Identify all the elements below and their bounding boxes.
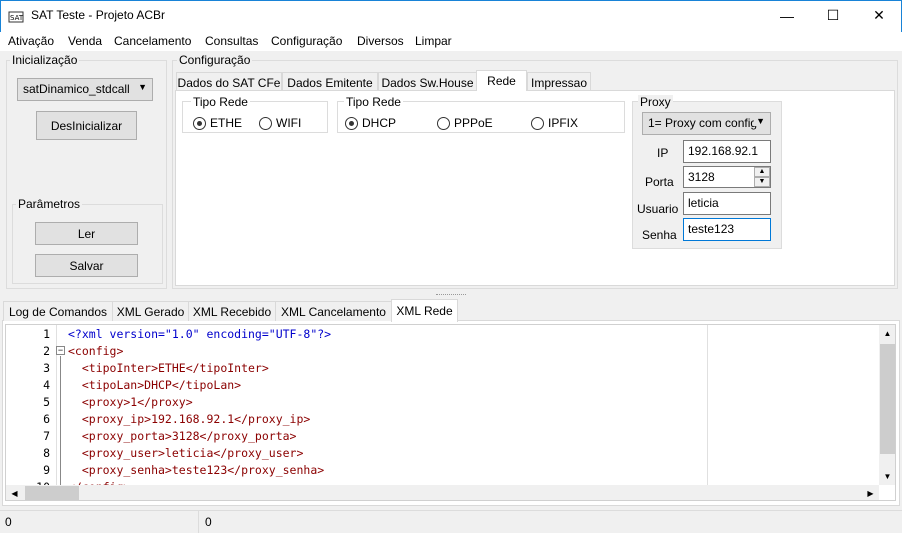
xml-editor[interactable]: 1 2 3 4 5 6 7 8 9 10 − <?xml version="1.… xyxy=(5,324,896,501)
save-button[interactable]: Salvar xyxy=(35,254,138,277)
radio-wifi[interactable]: WIFI xyxy=(259,116,301,130)
scroll-thumb[interactable] xyxy=(880,344,895,454)
line-number: 7 xyxy=(43,429,50,443)
proxy-porta-value: 3128 xyxy=(688,170,715,184)
code-line: <proxy>1</proxy> xyxy=(68,395,193,409)
read-button[interactable]: Ler xyxy=(35,222,138,245)
app-icon: SAT xyxy=(8,11,24,23)
status-bar: 0 0 xyxy=(0,510,902,533)
code-line: <proxy_ip>192.168.92.1</proxy_ip> xyxy=(68,412,311,426)
line-number: 2 xyxy=(43,344,50,358)
menu-limpar[interactable]: Limpar xyxy=(415,34,452,48)
radio-wifi-indicator xyxy=(259,116,272,130)
radio-pppoe-label: PPPoE xyxy=(454,116,493,130)
tab-dados-sat[interactable]: Dados do SAT CFe xyxy=(176,72,282,92)
chevron-down-icon: ▼ xyxy=(138,82,147,92)
tab-xml-gerado[interactable]: XML Gerado xyxy=(112,301,189,321)
proxy-title: Proxy xyxy=(638,95,673,109)
minimize-button[interactable]: — xyxy=(764,0,810,31)
tab-xml-cancelamento[interactable]: XML Cancelamento xyxy=(275,301,392,321)
proxy-select-value: 1= Proxy com config xyxy=(648,116,758,130)
tab-dados-emitente[interactable]: Dados Emitente xyxy=(282,72,378,92)
radio-pppoe-indicator xyxy=(437,116,450,130)
radio-ethe-indicator xyxy=(193,116,206,130)
svg-text:SAT: SAT xyxy=(10,14,24,22)
proxy-usuario-input[interactable]: leticia xyxy=(683,192,771,215)
code-line: <proxy_senha>teste123</proxy_senha> xyxy=(68,463,325,477)
deinit-button[interactable]: DesInicializar xyxy=(36,111,137,140)
maximize-button[interactable]: ☐ xyxy=(810,0,856,31)
radio-dhcp[interactable]: DHCP xyxy=(345,116,396,130)
window-title: SAT Teste - Projeto ACBr xyxy=(31,8,166,22)
collapse-icon[interactable]: − xyxy=(56,346,65,355)
spin-up-icon[interactable]: ▲ xyxy=(754,167,770,177)
code-line: <proxy_user>leticia</proxy_user> xyxy=(68,446,304,460)
tab-xml-rede[interactable]: XML Rede xyxy=(391,299,458,322)
tab-log-comandos[interactable]: Log de Comandos xyxy=(3,301,113,321)
menu-ativacao[interactable]: Ativação xyxy=(8,34,54,48)
code-line: <tipoInter>ETHE</tipoInter> xyxy=(68,361,269,375)
scroll-right-icon[interactable]: ▶ xyxy=(862,485,879,500)
horizontal-scrollbar[interactable]: ◀ ▶ xyxy=(6,485,879,500)
radio-pppoe[interactable]: PPPoE xyxy=(437,116,493,130)
radio-ethe[interactable]: ETHE xyxy=(193,116,242,130)
library-select-value: satDinamico_stdcall xyxy=(23,82,130,96)
tab-rede[interactable]: Rede xyxy=(476,70,527,91)
line-number: 1 xyxy=(43,327,50,341)
line-number: 6 xyxy=(43,412,50,426)
proxy-senha-input[interactable]: teste123 xyxy=(683,218,771,241)
code-line: <config> xyxy=(68,344,124,358)
line-number: 4 xyxy=(43,378,50,392)
scroll-left-icon[interactable]: ◀ xyxy=(6,485,23,500)
code-line: <proxy_porta>3128</proxy_porta> xyxy=(68,429,297,443)
radio-ipfix-label: IPFIX xyxy=(548,116,579,130)
config-title: Configuração xyxy=(177,53,253,67)
line-number: 8 xyxy=(43,446,50,460)
tab-dados-swhouse[interactable]: Dados Sw.House xyxy=(378,72,477,92)
menu-configuracao[interactable]: Configuração xyxy=(271,34,342,48)
tab-xml-recebido[interactable]: XML Recebido xyxy=(188,301,276,321)
init-title: Inicialização xyxy=(10,53,80,67)
scroll-up-icon[interactable]: ▲ xyxy=(879,325,895,342)
params-title: Parâmetros xyxy=(16,197,83,211)
splitter[interactable] xyxy=(0,292,902,298)
hscroll-thumb[interactable] xyxy=(25,486,79,500)
library-select[interactable]: satDinamico_stdcall ▼ xyxy=(17,78,153,101)
radio-ipfix[interactable]: IPFIX xyxy=(531,116,578,130)
tab-impressao[interactable]: Impressao xyxy=(527,72,591,92)
spin-down-icon[interactable]: ▼ xyxy=(754,177,770,187)
menu-diversos[interactable]: Diversos xyxy=(357,34,404,48)
line-number: 3 xyxy=(43,361,50,375)
vertical-scrollbar[interactable]: ▲ ▼ xyxy=(879,325,895,485)
menu-venda[interactable]: Venda xyxy=(68,34,102,48)
code-line: <tipoLan>DHCP</tipoLan> xyxy=(68,378,242,392)
tipo-rede-inter-title: Tipo Rede xyxy=(191,95,250,109)
close-button[interactable]: ✕ xyxy=(856,0,902,31)
radio-dhcp-label: DHCP xyxy=(362,116,397,130)
proxy-senha-label: Senha xyxy=(642,228,677,242)
tipo-rede-lan-title: Tipo Rede xyxy=(344,95,403,109)
proxy-ip-input[interactable]: 192.168.92.1 xyxy=(683,140,771,163)
proxy-ip-label: IP xyxy=(657,146,669,160)
radio-ipfix-indicator xyxy=(531,116,544,130)
chevron-down-icon: ▼ xyxy=(754,116,765,126)
menu-consultas[interactable]: Consultas xyxy=(205,34,258,48)
proxy-select[interactable]: 1= Proxy com config ▼ xyxy=(642,112,771,135)
proxy-usuario-label: Usuario xyxy=(637,202,679,216)
status-left: 0 xyxy=(5,515,12,529)
proxy-porta-label: Porta xyxy=(645,175,674,189)
status-right: 0 xyxy=(205,515,212,529)
radio-ethe-label: ETHE xyxy=(210,116,243,130)
menu-cancelamento[interactable]: Cancelamento xyxy=(114,34,191,48)
scroll-down-icon[interactable]: ▼ xyxy=(879,468,895,485)
radio-wifi-label: WIFI xyxy=(276,116,302,130)
radio-dhcp-indicator xyxy=(345,116,358,130)
line-number: 5 xyxy=(43,395,50,409)
code-line: <?xml version="1.0" encoding="UTF-8"?> xyxy=(68,327,332,341)
line-number: 9 xyxy=(43,463,50,477)
